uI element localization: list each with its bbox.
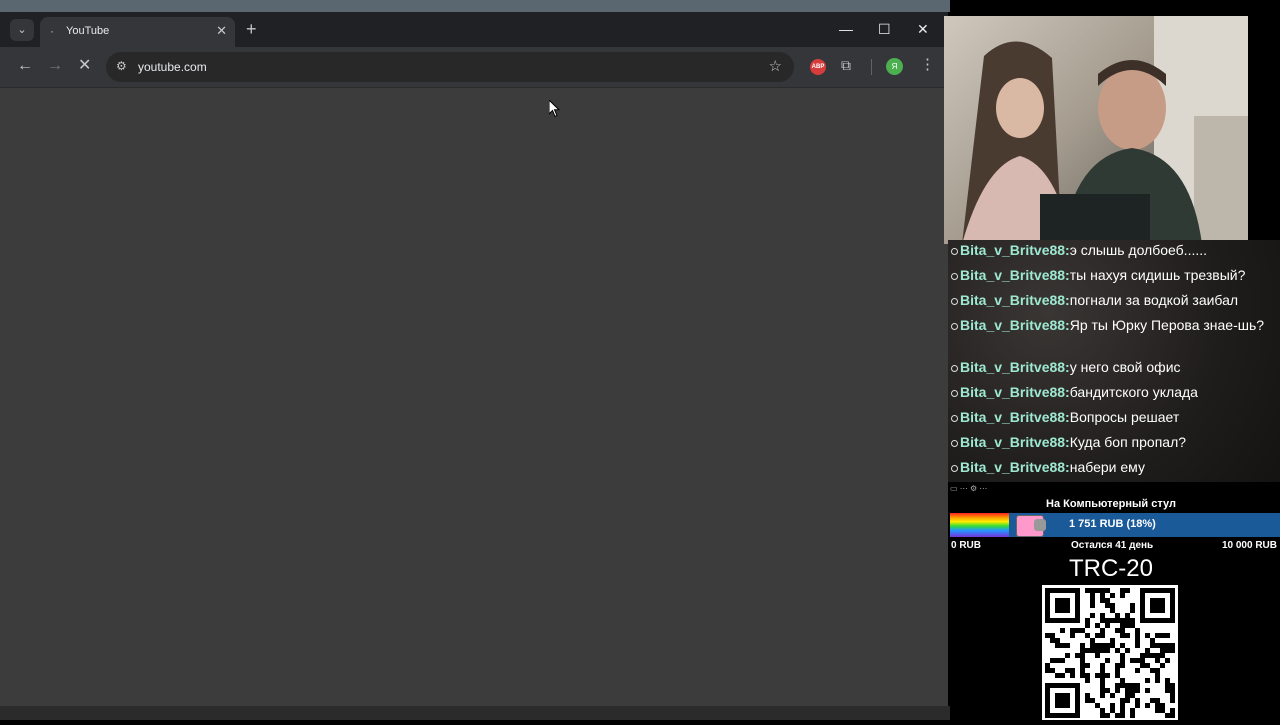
chat-text: ты нахуя сидишь трезвый? xyxy=(1069,267,1246,283)
badge-icon xyxy=(951,414,958,422)
badge-icon xyxy=(951,389,958,397)
chat-message: Bita_v_Britve88:бандитского уклада xyxy=(948,384,1280,409)
chat-message: Bita_v_Britve88:э слышь долбоеб...... xyxy=(948,242,1280,267)
badge-icon xyxy=(951,322,958,330)
browser-window: ⌄ · YouTube ✕ + — ☐ ✕ ← → ✕ ⚙ youtube.co… xyxy=(0,12,948,706)
chat-message: Bita_v_Britve88:Яр ты Юрку Перова знае-ш… xyxy=(948,317,1280,359)
close-tab-icon[interactable]: ✕ xyxy=(216,23,227,39)
stop-loading-button[interactable]: ✕ xyxy=(78,57,91,75)
extensions-puzzle-icon[interactable]: ⧉ xyxy=(841,57,851,74)
badge-icon xyxy=(951,464,958,472)
badge-icon xyxy=(951,247,958,255)
chat-username: Bita_v_Britve88: xyxy=(960,384,1070,400)
chat-text: бандитского уклада xyxy=(1069,384,1198,400)
page-content-blank xyxy=(0,88,948,706)
chat-toolbar-icons: ▭ ⋯ ⚙ ⋯ xyxy=(950,484,988,493)
forward-button[interactable]: → xyxy=(47,57,63,75)
chat-message: Bita_v_Britve88:ты нахуя сидишь трезвый? xyxy=(948,267,1280,292)
donation-amount: 1 751 RUB (18%) xyxy=(1069,518,1156,530)
address-url: youtube.com xyxy=(138,60,207,74)
chat-text: погнали за водкой заибал xyxy=(1069,292,1239,308)
tab-strip: ⌄ · YouTube ✕ + — ☐ ✕ xyxy=(0,12,948,47)
chat-message: Bita_v_Britve88:Куда боп пропал? xyxy=(948,434,1280,459)
chat-message: Bita_v_Britve88:у него свой офис xyxy=(948,359,1280,384)
donation-min: 0 RUB xyxy=(951,540,982,551)
chat-username: Bita_v_Britve88: xyxy=(960,409,1070,425)
donation-goal: На Компьютерный стул 1 751 RUB (18%) 0 R… xyxy=(950,495,1280,555)
chat-message: Bita_v_Britve88:Вопросы решает xyxy=(948,409,1280,434)
taskbar-strip xyxy=(0,706,950,720)
webcam-feed xyxy=(944,16,1248,244)
chat-text: э слышь долбоеб...... xyxy=(1069,242,1208,258)
profile-avatar[interactable]: Я xyxy=(886,58,903,75)
chat-text: Яр ты Юрку Перова знае-шь? xyxy=(1069,317,1265,333)
browser-toolbar: ← → ✕ ⚙ youtube.com ☆ ABP ⧉ Я ⋮ xyxy=(0,47,948,88)
chat-username: Bita_v_Britve88: xyxy=(960,459,1070,475)
donation-max: 10 000 RUB xyxy=(1221,540,1277,551)
badge-icon xyxy=(951,297,958,305)
chat-username: Bita_v_Britve88: xyxy=(960,242,1070,258)
qr-code-image xyxy=(1045,588,1175,718)
chat-message: Bita_v_Britve88:погнали за водкой заибал xyxy=(948,292,1280,317)
donation-progress-bar: 1 751 RUB (18%) xyxy=(950,513,1280,537)
donation-days-left: Остался 41 день xyxy=(1071,540,1154,551)
mouse-cursor-icon xyxy=(549,100,561,118)
close-window-button[interactable]: ✕ xyxy=(917,21,929,37)
chat-text: у него свой офис xyxy=(1069,359,1181,375)
address-bar[interactable]: ⚙ youtube.com ☆ xyxy=(106,52,794,82)
maximize-button[interactable]: ☐ xyxy=(878,21,891,37)
chat-text: набери ему xyxy=(1069,459,1145,475)
chat-username: Bita_v_Britve88: xyxy=(960,434,1070,450)
toolbar-divider xyxy=(871,59,872,75)
desktop-background xyxy=(0,0,950,12)
loading-favicon-icon: · xyxy=(50,24,54,38)
chat-username: Bita_v_Britve88: xyxy=(960,292,1070,308)
badge-icon xyxy=(951,364,958,372)
new-tab-button[interactable]: + xyxy=(246,20,257,38)
donation-progress-fill xyxy=(950,513,1010,537)
chat-text: Вопросы решает xyxy=(1069,409,1180,425)
badge-icon xyxy=(951,439,958,447)
bookmark-star-icon[interactable]: ☆ xyxy=(769,57,782,75)
adblock-extension-icon[interactable]: ABP xyxy=(810,59,826,75)
tab-title: YouTube xyxy=(66,25,110,37)
crypto-label: TRC-20 xyxy=(1068,555,1153,582)
chat-username: Bita_v_Britve88: xyxy=(960,317,1070,333)
badge-icon xyxy=(951,272,958,280)
qr-code xyxy=(1042,585,1178,720)
chat-text: Куда боп пропал? xyxy=(1069,434,1187,450)
minimize-button[interactable]: — xyxy=(839,21,853,37)
donation-goal-title: На Компьютерный стул xyxy=(1046,498,1176,510)
stream-chat: Bita_v_Britve88:э слышь долбоеб...... Bi… xyxy=(948,240,1280,482)
chat-username: Bita_v_Britve88: xyxy=(960,359,1070,375)
chat-username: Bita_v_Britve88: xyxy=(960,267,1070,283)
webcam-image xyxy=(962,16,1248,244)
back-button[interactable]: ← xyxy=(17,57,33,75)
chat-message: Bita_v_Britve88:набери ему xyxy=(948,459,1280,482)
nyan-cat-head-icon xyxy=(1034,519,1046,531)
site-settings-icon[interactable]: ⚙ xyxy=(116,59,127,73)
browser-menu-icon[interactable]: ⋮ xyxy=(920,56,935,74)
tab-youtube[interactable]: · YouTube ✕ xyxy=(40,17,235,47)
tab-search-button[interactable]: ⌄ xyxy=(10,19,34,41)
